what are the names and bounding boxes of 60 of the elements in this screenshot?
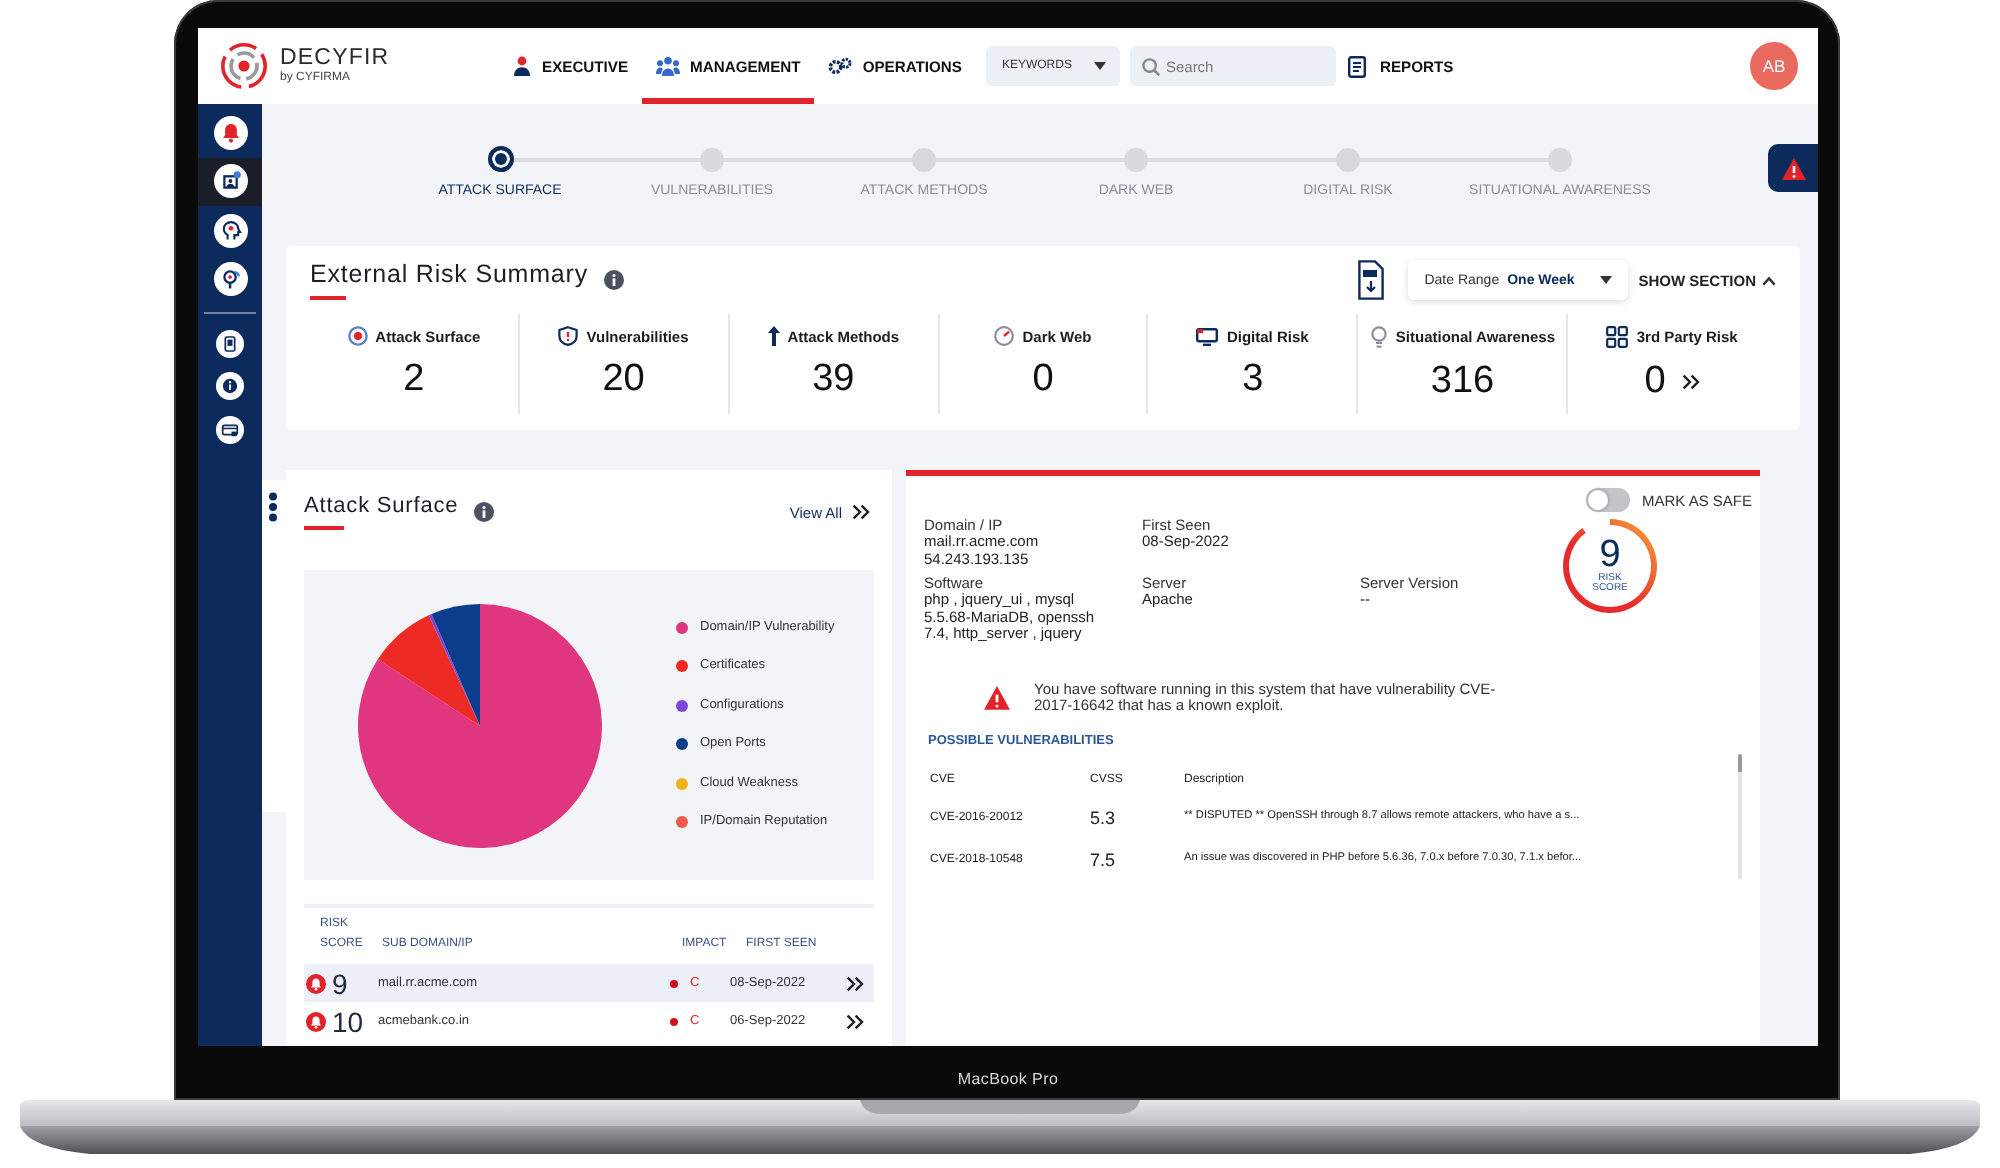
info-icon: [474, 502, 495, 522]
step-marker-icon: [487, 146, 513, 172]
file-download-icon[interactable]: [1358, 260, 1385, 300]
section-title: External Risk Summary: [310, 260, 588, 300]
cvss-score-cell-text: 7.5: [1090, 849, 1118, 871]
gears-icon: [828, 56, 853, 76]
metric-value: 0: [1644, 359, 1666, 403]
grid-icon: [1606, 325, 1629, 347]
warning-icon: [984, 686, 1010, 710]
kebab-menu-icon[interactable]: [268, 492, 278, 522]
logo-name: DECYFIR: [280, 47, 390, 71]
risk-score-value: 9: [1599, 537, 1621, 573]
mark-safe-switch[interactable]: [1586, 488, 1630, 512]
step-marker-icon: [700, 147, 724, 171]
head-icon: [213, 213, 247, 248]
double-chevron-icon: [852, 504, 870, 520]
warning-icon: [1781, 157, 1805, 179]
device-label: MacBook Pro: [957, 1068, 1059, 1092]
metric-value: 3: [1242, 357, 1264, 401]
risk-score: 10: [332, 1005, 364, 1037]
card-icon: [216, 415, 244, 444]
caret-icon: [1600, 276, 1613, 284]
cvss-score-cell-text: 5.3: [1090, 807, 1118, 829]
alert-button[interactable]: [1768, 144, 1818, 192]
metric-value: 39: [812, 358, 855, 402]
logo-icon: [220, 42, 268, 90]
group-icon: [656, 56, 681, 76]
metric-value: 316: [1430, 359, 1495, 403]
chevron-up-icon: [1762, 275, 1776, 285]
double-chevron-icon: [846, 975, 864, 991]
person-icon: [512, 56, 532, 76]
bell-icon: [306, 973, 326, 993]
image-icon: [213, 164, 247, 199]
step-marker-icon: [1124, 147, 1148, 171]
arrow-up-icon: [767, 326, 780, 346]
metric-value: 0: [1032, 358, 1054, 402]
monitor-icon: [1196, 327, 1219, 345]
metric-value: 2: [403, 358, 425, 402]
risk-score: 9: [332, 967, 348, 999]
caret-icon: [1093, 62, 1106, 70]
gauge-icon: [994, 326, 1015, 346]
target-icon: [347, 326, 368, 346]
bell-icon: [306, 1011, 326, 1031]
bulb-icon: [1369, 325, 1388, 347]
sidebar-item[interactable]: [198, 157, 262, 206]
card-title: Attack Surface: [304, 494, 459, 530]
step-marker-icon: [912, 147, 936, 171]
double-chevron-icon: [846, 1013, 864, 1029]
map-pin-icon: [213, 262, 247, 297]
document-icon: [1347, 55, 1366, 77]
step-marker-icon: [1548, 147, 1572, 171]
metric-value: 20: [602, 358, 645, 402]
double-chevron-icon: [1681, 373, 1700, 389]
info-icon: [216, 372, 244, 401]
phone-icon: [216, 329, 244, 358]
search-icon: [1141, 57, 1160, 75]
bell-icon: [213, 115, 247, 150]
step-marker-icon: [1336, 147, 1360, 171]
shield-icon: [558, 326, 579, 346]
info-icon: [604, 270, 624, 290]
